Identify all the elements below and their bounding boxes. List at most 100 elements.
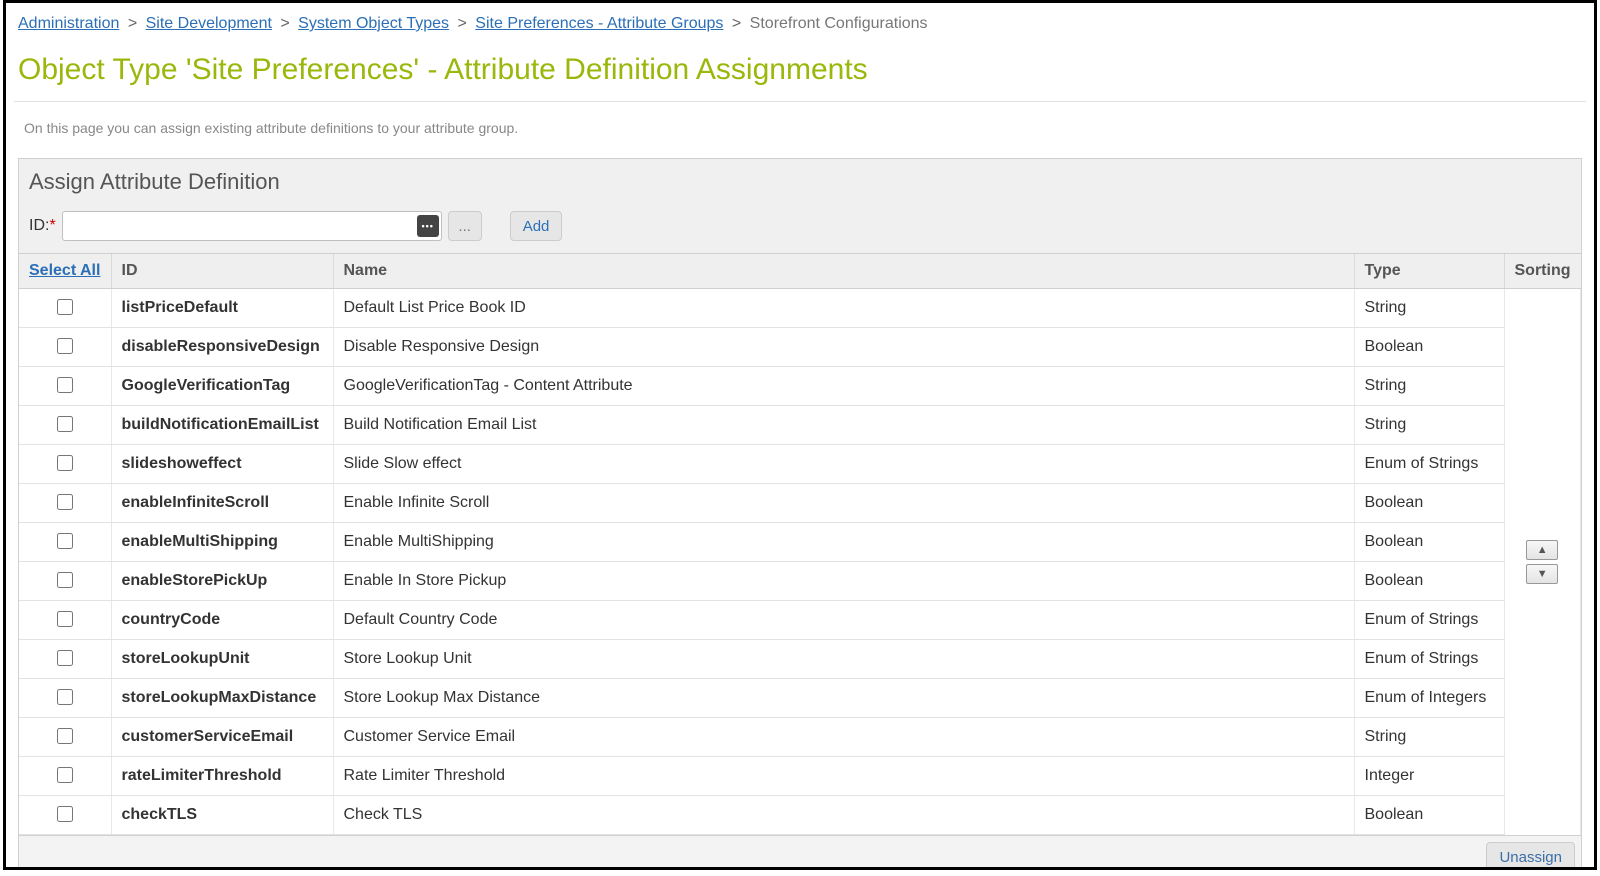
row-select-cell [19,328,111,367]
id-picker-button[interactable]: ••• [417,215,439,237]
row-type: Boolean [1354,484,1504,523]
move-up-button[interactable]: ▲ [1526,540,1558,560]
row-select-cell [19,406,111,445]
breadcrumb-separator: > [128,15,137,32]
unassign-button[interactable]: Unassign [1486,842,1575,870]
row-select-checkbox[interactable] [57,572,73,588]
row-name: Default Country Code [333,601,1354,640]
row-type: Boolean [1354,328,1504,367]
row-type: Integer [1354,757,1504,796]
breadcrumb-current: Storefront Configurations [750,15,928,32]
row-type: Boolean [1354,796,1504,835]
breadcrumb: Administration > Site Development > Syst… [14,11,1586,41]
row-select-checkbox[interactable] [57,806,73,822]
select-all-link[interactable]: Select All [29,262,100,279]
row-id: checkTLS [111,796,333,835]
breadcrumb-separator: > [732,15,741,32]
table-row: rateLimiterThresholdRate Limiter Thresho… [19,757,1581,796]
row-select-cell [19,796,111,835]
row-name: Slide Slow effect [333,445,1354,484]
arrow-up-icon: ▲ [1537,544,1548,556]
row-type: Enum of Integers [1354,679,1504,718]
row-name: GoogleVerificationTag - Content Attribut… [333,367,1354,406]
breadcrumb-link-site-development[interactable]: Site Development [146,15,272,32]
add-button[interactable]: Add [510,211,563,241]
row-name: Store Lookup Max Distance [333,679,1354,718]
row-select-cell [19,757,111,796]
row-select-checkbox[interactable] [57,494,73,510]
row-select-checkbox[interactable] [57,650,73,666]
row-name: Enable Infinite Scroll [333,484,1354,523]
row-select-cell [19,679,111,718]
row-type: Enum of Strings [1354,640,1504,679]
attribute-table: Select All ID Name Type Sorting listPric… [19,254,1581,835]
table-row: enableStorePickUpEnable In Store PickupB… [19,562,1581,601]
move-down-button[interactable]: ▼ [1526,564,1558,584]
row-select-checkbox[interactable] [57,455,73,471]
row-name: Default List Price Book ID [333,289,1354,328]
row-id: customerServiceEmail [111,718,333,757]
row-name: Customer Service Email [333,718,1354,757]
column-header-sorting: Sorting [1504,254,1581,289]
row-name: Enable MultiShipping [333,523,1354,562]
arrow-down-icon: ▼ [1537,568,1548,580]
breadcrumb-link-attribute-groups[interactable]: Site Preferences - Attribute Groups [475,15,723,32]
row-type: Enum of Strings [1354,601,1504,640]
table-row: checkTLSCheck TLSBoolean [19,796,1581,835]
row-select-checkbox[interactable] [57,767,73,783]
row-id: storeLookupUnit [111,640,333,679]
row-name: Check TLS [333,796,1354,835]
row-type: Boolean [1354,523,1504,562]
row-id: enableStorePickUp [111,562,333,601]
browse-button[interactable]: ... [448,211,482,241]
row-type: String [1354,406,1504,445]
table-row: storeLookupUnitStore Lookup UnitEnum of … [19,640,1581,679]
row-select-cell [19,445,111,484]
row-select-cell [19,640,111,679]
id-input[interactable] [62,211,442,241]
row-name: Build Notification Email List [333,406,1354,445]
panel-footer: Unassign [19,835,1581,870]
breadcrumb-separator: > [458,15,467,32]
page-title: Object Type 'Site Preferences' - Attribu… [18,53,1582,87]
table-row: GoogleVerificationTagGoogleVerificationT… [19,367,1581,406]
table-row: buildNotificationEmailListBuild Notifica… [19,406,1581,445]
row-type: String [1354,289,1504,328]
id-label: ID:* [29,217,56,235]
table-row: countryCodeDefault Country CodeEnum of S… [19,601,1581,640]
column-header-name: Name [333,254,1354,289]
sorting-cell: ▲▼ [1504,289,1581,835]
row-id: listPriceDefault [111,289,333,328]
table-row: slideshoweffectSlide Slow effectEnum of … [19,445,1581,484]
row-name: Enable In Store Pickup [333,562,1354,601]
table-row: enableMultiShippingEnable MultiShippingB… [19,523,1581,562]
row-select-checkbox[interactable] [57,416,73,432]
row-type: String [1354,718,1504,757]
row-select-checkbox[interactable] [57,377,73,393]
row-id: enableMultiShipping [111,523,333,562]
table-row: customerServiceEmailCustomer Service Ema… [19,718,1581,757]
row-select-checkbox[interactable] [57,533,73,549]
row-select-checkbox[interactable] [57,338,73,354]
column-header-id: ID [111,254,333,289]
row-select-cell [19,367,111,406]
row-select-checkbox[interactable] [57,299,73,315]
breadcrumb-link-administration[interactable]: Administration [18,15,119,32]
table-row: storeLookupMaxDistanceStore Lookup Max D… [19,679,1581,718]
row-select-cell [19,289,111,328]
breadcrumb-link-system-object-types[interactable]: System Object Types [298,15,449,32]
row-id: buildNotificationEmailList [111,406,333,445]
row-id: disableResponsiveDesign [111,328,333,367]
row-id: slideshoweffect [111,445,333,484]
row-select-checkbox[interactable] [57,611,73,627]
row-type: String [1354,367,1504,406]
page-description: On this page you can assign existing att… [14,102,1586,158]
table-row: disableResponsiveDesignDisable Responsiv… [19,328,1581,367]
row-type: Boolean [1354,562,1504,601]
row-name: Disable Responsive Design [333,328,1354,367]
row-id: enableInfiniteScroll [111,484,333,523]
row-select-checkbox[interactable] [57,689,73,705]
table-row: enableInfiniteScrollEnable Infinite Scro… [19,484,1581,523]
row-type: Enum of Strings [1354,445,1504,484]
row-select-checkbox[interactable] [57,728,73,744]
